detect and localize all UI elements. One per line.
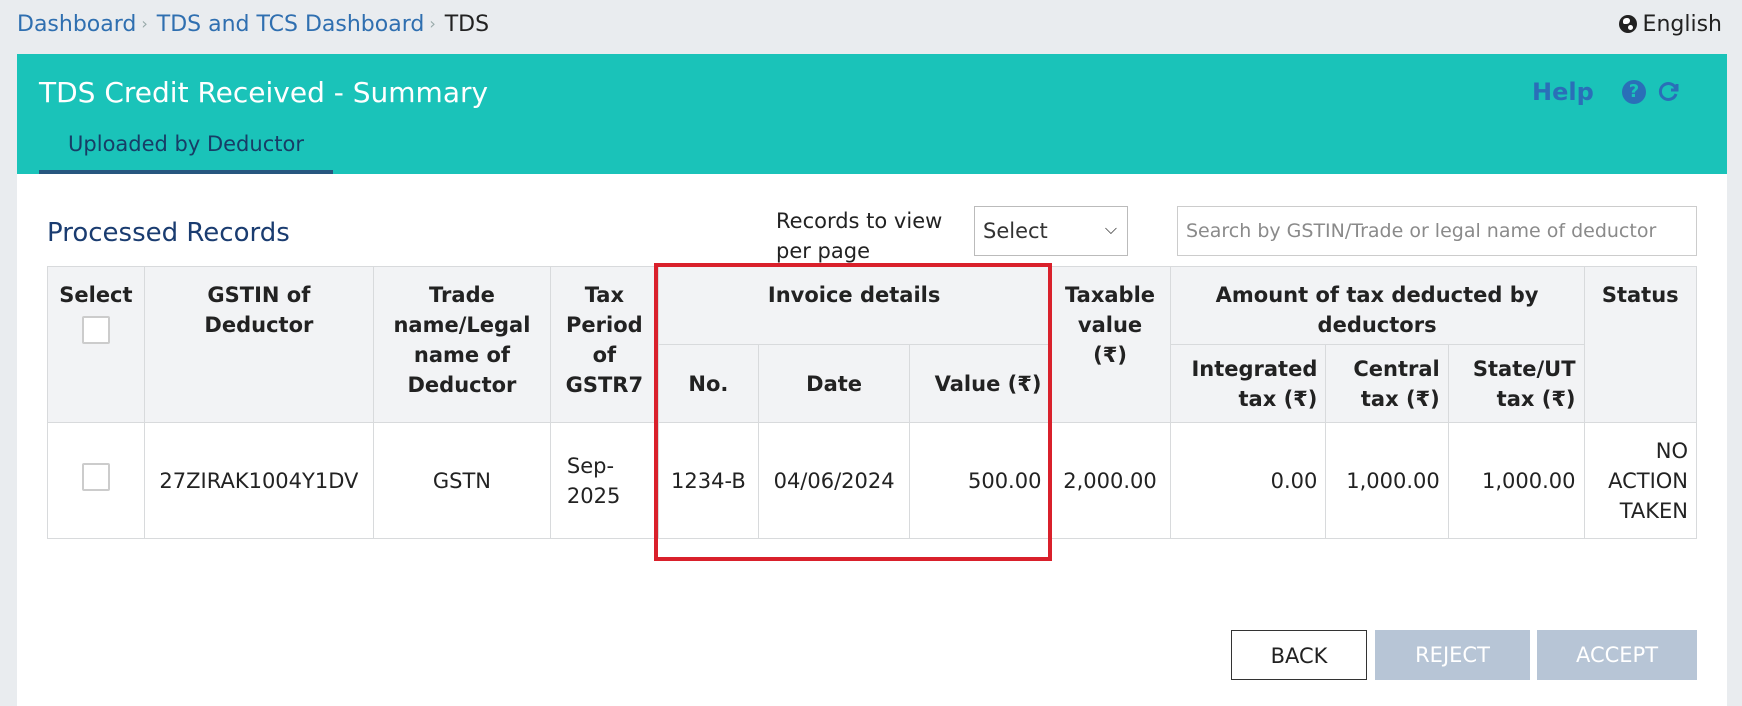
cell-trade-name: GSTN xyxy=(373,422,551,539)
cell-central-tax: 1,000.00 xyxy=(1325,422,1449,539)
chevron-down-icon: ⌵ xyxy=(1104,219,1117,238)
records-panel: Processed Records Records to view per pa… xyxy=(17,174,1727,706)
back-button[interactable]: BACK xyxy=(1231,630,1367,680)
header-central-tax: Central tax (₹) xyxy=(1325,344,1449,423)
cell-invoice-no: 1234-B xyxy=(657,422,759,539)
header-invoice-details: Invoice details xyxy=(657,266,1051,345)
breadcrumb-separator: › xyxy=(429,14,436,33)
header-taxable-value: Taxable value (₹) xyxy=(1049,266,1171,423)
reject-button[interactable]: REJECT xyxy=(1375,630,1530,680)
cell-state-ut-tax: 1,000.00 xyxy=(1447,422,1585,539)
cell-gstin: 27ZIRAK1004Y1DV xyxy=(143,422,375,539)
header-select-label: Select xyxy=(59,283,133,307)
header-invoice-date: Date xyxy=(757,344,911,423)
select-all-checkbox[interactable] xyxy=(81,316,110,344)
language-selector[interactable]: English xyxy=(1618,12,1722,37)
cell-tax-period: Sep-2025 xyxy=(549,422,659,539)
cell-select xyxy=(47,422,145,539)
cell-taxable-value: 2,000.00 xyxy=(1049,422,1171,539)
header-invoice-value: Value (₹) xyxy=(909,344,1051,423)
help-icon[interactable]: ? xyxy=(1622,80,1646,104)
header-integrated-tax: Integrated tax (₹) xyxy=(1169,344,1327,423)
breadcrumb-tds-tcs-dashboard[interactable]: TDS and TCS Dashboard xyxy=(157,12,425,37)
header-status: Status xyxy=(1583,266,1698,423)
cell-status: NO ACTION TAKEN xyxy=(1583,422,1698,539)
section-title: Processed Records xyxy=(47,218,290,248)
header-select: Select xyxy=(47,266,145,423)
records-per-page-select[interactable]: Select ⌵ xyxy=(974,206,1128,256)
header-invoice-no: No. xyxy=(657,344,759,423)
language-label: English xyxy=(1642,12,1722,37)
refresh-icon[interactable] xyxy=(1657,79,1681,103)
breadcrumb-current: TDS xyxy=(444,12,490,37)
page-header: TDS Credit Received - Summary Help ? Upl… xyxy=(17,54,1727,174)
header-trade-name: Trade name/Legal name of Deductor xyxy=(373,266,551,423)
header-gstin: GSTIN of Deductor xyxy=(143,266,375,423)
top-bar: Dashboard › TDS and TCS Dashboard › TDS Engl… xyxy=(0,0,1742,52)
header-tax-period: Tax Period of GSTR7 xyxy=(549,266,659,423)
cell-invoice-date: 04/06/2024 xyxy=(757,422,911,539)
page-title: TDS Credit Received - Summary xyxy=(39,76,489,109)
header-amount-tax: Amount of tax deducted by deductors xyxy=(1169,266,1585,345)
table-row: 27ZIRAK1004Y1DV GSTN Sep-2025 1234-B 04/… xyxy=(47,422,1698,539)
records-table: Select GSTIN of Deductor Trade name/Lega… xyxy=(47,266,1698,539)
header-state-ut-tax: State/UT tax (₹) xyxy=(1447,344,1585,423)
breadcrumb: Dashboard › TDS and TCS Dashboard › TDS xyxy=(17,12,489,37)
records-per-page-value: Select xyxy=(983,219,1048,243)
search-input[interactable] xyxy=(1177,206,1697,256)
row-checkbox[interactable] xyxy=(81,462,110,491)
tab-uploaded-by-deductor[interactable]: Uploaded by Deductor xyxy=(39,118,333,174)
cell-invoice-value: 500.00 xyxy=(909,422,1051,539)
cell-integrated-tax: 0.00 xyxy=(1169,422,1327,539)
breadcrumb-dashboard[interactable]: Dashboard xyxy=(17,12,136,37)
globe-icon xyxy=(1618,15,1637,33)
records-per-page-label: Records to view per page xyxy=(776,209,943,263)
breadcrumb-separator: › xyxy=(141,14,148,33)
help-link[interactable]: Help xyxy=(1532,78,1594,106)
accept-button[interactable]: ACCEPT xyxy=(1537,630,1697,680)
